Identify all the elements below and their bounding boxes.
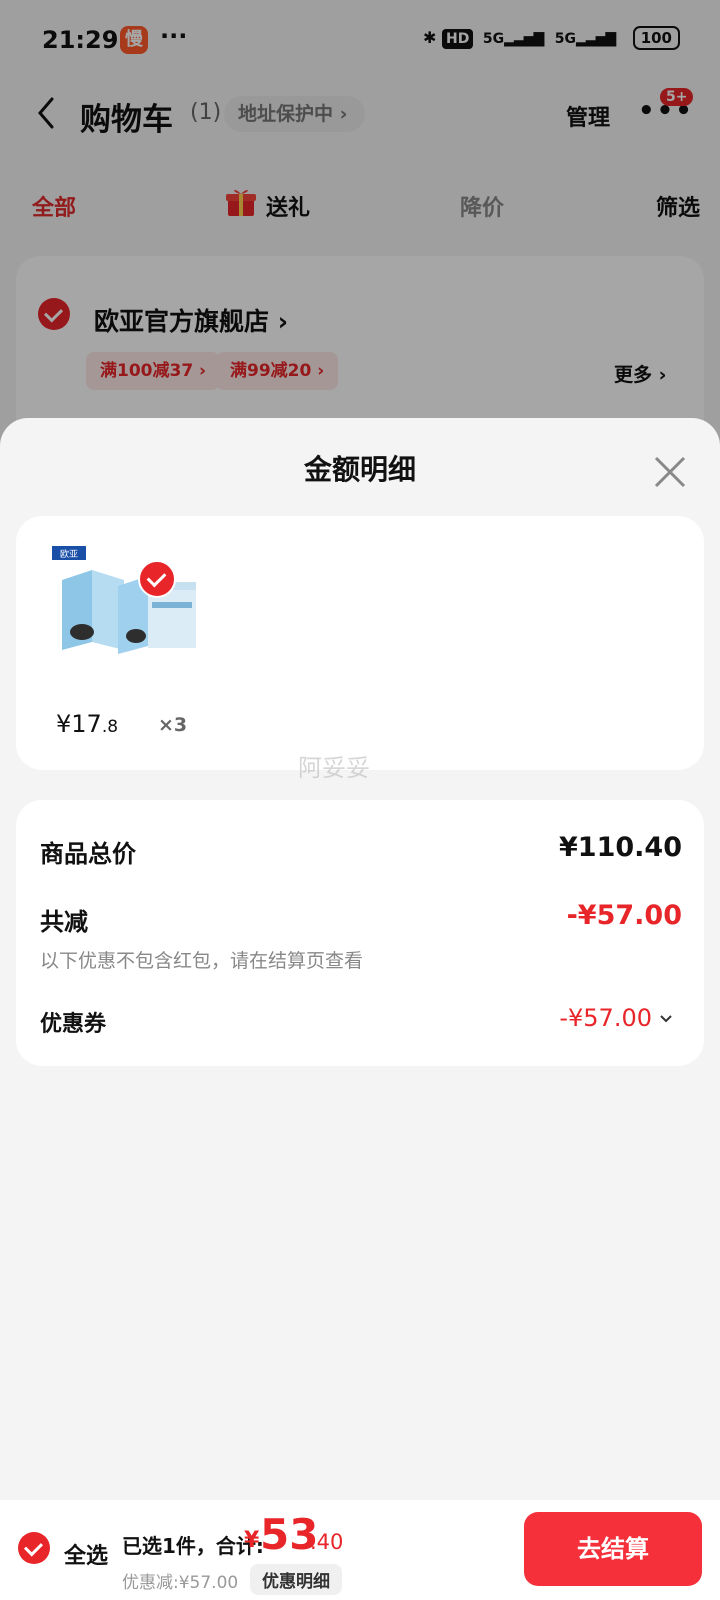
coupon-label: 优惠券 [40,1012,107,1037]
discount-detail-button[interactable]: 优惠明细 [250,1564,342,1595]
select-all-label[interactable]: 全选 [64,1538,108,1570]
product-image[interactable]: 欧亚 [52,546,202,656]
watermark-text: 阿妥妥 [298,754,370,782]
sheet-title: 金额明细 [303,453,416,486]
product-check-icon[interactable] [138,560,176,598]
product-quantity: ×3 [158,714,188,736]
close-icon[interactable] [652,454,688,490]
total-reduction-value: -¥57.00 [566,900,682,931]
select-all-check-icon[interactable] [18,1532,50,1564]
coupon-value[interactable]: -¥57.00 [559,1004,652,1032]
price-summary-card: 商品总价 ¥110.40 共减 -¥57.00 以下优惠不包含红包，请在结算页查… [16,800,704,1066]
amount-detail-sheet: 金额明细 欧亚 ¥17.8 ×3 阿妥妥 商品总价 ¥110.40 共减 -¥5… [0,418,720,1600]
product-price: ¥17.8 [56,710,119,738]
total-price-label: 商品总价 [40,840,136,868]
checkout-button[interactable]: 去结算 [524,1512,702,1586]
total-amount-dec: .40 [310,1530,344,1554]
total-reduction-label: 共减 [40,908,88,936]
selected-count-label: 已选1件，合计: [122,1534,264,1558]
product-card: 欧亚 ¥17.8 ×3 [16,516,704,770]
checkout-bar: 全选 已选1件，合计: ¥ 53 .40 优惠减:¥57.00 优惠明细 去结算 [0,1500,720,1600]
discount-summary: 优惠减:¥57.00 [122,1573,239,1593]
chevron-down-icon[interactable] [658,1010,674,1026]
reduction-note: 以下优惠不包含红包，请在结算页查看 [40,950,364,972]
svg-text:欧亚: 欧亚 [60,548,78,559]
total-price-value: ¥110.40 [559,832,682,863]
total-currency: ¥ [244,1528,260,1553]
